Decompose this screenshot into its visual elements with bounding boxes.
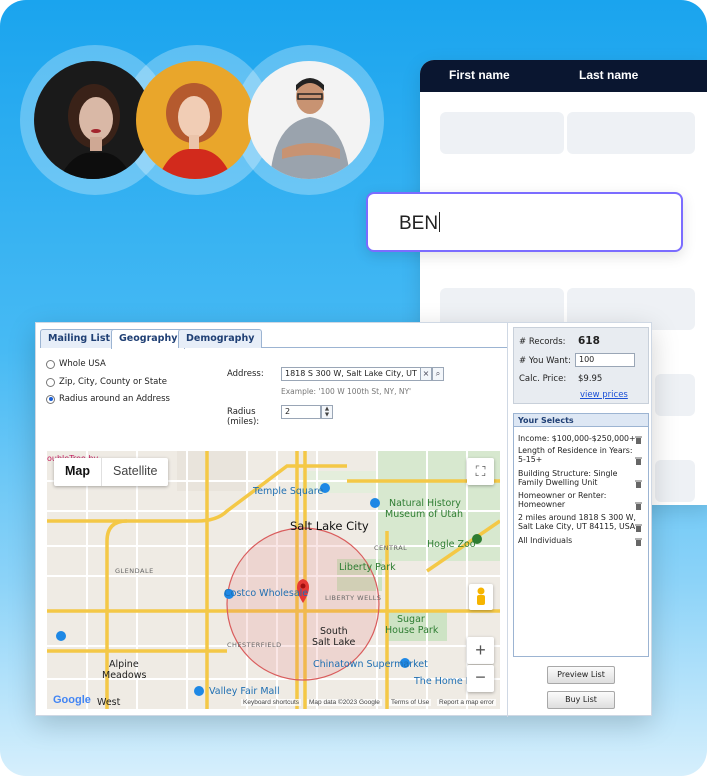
- map-label: House Park: [385, 625, 439, 636]
- select-item: All Individuals: [518, 536, 573, 545]
- buy-list-button[interactable]: Buy List: [547, 691, 615, 709]
- map-label: LIBERTY WELLS: [325, 594, 382, 602]
- radius-label-line: Radius: [227, 407, 256, 417]
- list-builder-panel: Mailing List Geography Demography Whole …: [35, 322, 652, 717]
- trash-icon[interactable]: [635, 502, 642, 510]
- map-label: Sugar: [397, 614, 425, 625]
- column-first-name[interactable]: First name: [449, 68, 510, 82]
- option-label: Zip, City, County or State: [59, 377, 167, 387]
- radio-button[interactable]: [46, 359, 55, 369]
- select-item: 2 miles around 1818 S 300 W, Salt Lake C…: [518, 513, 636, 531]
- map-view[interactable]: oubleTree by Temple Square Natural Histo…: [47, 451, 500, 709]
- report-error-link[interactable]: Report a map error: [437, 699, 496, 706]
- table-header: First name Last name: [420, 60, 707, 92]
- text-caret: [439, 212, 441, 232]
- column-last-name[interactable]: Last name: [579, 68, 638, 82]
- map-label: Chinatown Supermarket: [313, 659, 428, 670]
- table-row: [440, 112, 564, 154]
- map-type-satellite[interactable]: Satellite: [101, 458, 168, 486]
- street-view-icon[interactable]: [469, 584, 493, 610]
- avatar: [248, 61, 370, 179]
- map-label: Museum of Utah: [385, 509, 464, 520]
- preview-list-button[interactable]: Preview List: [547, 666, 615, 684]
- map-label: Valley Fair Mall: [209, 686, 280, 697]
- radius-input[interactable]: 2: [281, 405, 321, 419]
- radio-button[interactable]: [46, 377, 55, 387]
- select-item: Income: $100,000-$250,000+: [518, 434, 636, 443]
- want-label: # You Want:: [519, 356, 571, 366]
- map-label: The Home D: [414, 676, 474, 687]
- want-input[interactable]: 100: [575, 353, 635, 367]
- map-label: Salt Lake: [312, 637, 356, 648]
- table-row: [655, 460, 695, 502]
- clear-icon[interactable]: ×: [420, 367, 432, 381]
- table-row: [567, 112, 695, 154]
- select-item: Homeowner or Renter: Homeowner: [518, 491, 607, 509]
- avatar: [136, 61, 254, 179]
- map-label: Costco Wholesale: [224, 588, 309, 599]
- map-label: GLENDALE: [115, 567, 154, 575]
- tab-geography[interactable]: Geography: [111, 329, 186, 349]
- geography-panel: Mailing List Geography Demography Whole …: [36, 323, 508, 717]
- address-label: Address:: [227, 369, 264, 379]
- trash-icon[interactable]: [635, 538, 642, 546]
- map-label: Salt Lake City: [290, 519, 369, 533]
- search-value: BEN: [399, 213, 439, 234]
- option-label: Whole USA: [59, 359, 106, 369]
- map-label: Natural History: [389, 498, 461, 509]
- avatar: [34, 61, 152, 179]
- map-label: CHESTERFIELD: [227, 641, 282, 649]
- view-prices-link[interactable]: view prices: [580, 390, 628, 400]
- google-logo: Google: [53, 694, 91, 706]
- map-label: South: [320, 626, 348, 637]
- radius-label-line: (miles):: [227, 417, 260, 427]
- radius-circle: [226, 527, 380, 681]
- tab-mailing-list[interactable]: Mailing List: [40, 329, 119, 348]
- trash-icon[interactable]: [635, 457, 642, 465]
- map-label: Temple Square: [253, 486, 324, 497]
- terms-link[interactable]: Terms of Use: [389, 699, 432, 706]
- select-item: Length of Residence in Years: 5-15+: [518, 446, 633, 464]
- table-row: [655, 374, 695, 416]
- calc-label: Calc. Price:: [519, 374, 567, 384]
- records-value: 618: [578, 335, 600, 347]
- tab-demography[interactable]: Demography: [178, 329, 263, 348]
- name-search-input[interactable]: BEN: [366, 192, 683, 252]
- map-footer: Google Keyboard shortcuts Map data ©2023…: [47, 694, 500, 709]
- trash-icon[interactable]: [635, 524, 642, 532]
- selects-title: Your Selects: [514, 414, 648, 427]
- map-label: Meadows: [102, 670, 147, 681]
- zoom-out-icon[interactable]: −: [467, 665, 494, 692]
- search-icon[interactable]: ⌕: [432, 367, 444, 381]
- option-radius[interactable]: Radius around an Address: [46, 394, 170, 404]
- calc-value: $9.95: [578, 374, 603, 384]
- radius-stepper[interactable]: ▲ ▼: [321, 405, 333, 419]
- zoom-in-icon[interactable]: +: [467, 637, 494, 664]
- trash-icon[interactable]: [635, 480, 642, 488]
- your-selects-box: Your Selects Income: $100,000-$250,000+ …: [513, 413, 649, 657]
- map-label: Liberty Park: [339, 562, 396, 573]
- trash-icon[interactable]: [635, 436, 642, 444]
- map-data-text: Map data ©2023 Google: [307, 699, 382, 706]
- fullscreen-icon[interactable]: ⛶: [467, 458, 494, 485]
- option-label: Radius around an Address: [59, 394, 170, 404]
- radius-label: Radius (miles):: [227, 407, 259, 427]
- select-item: Building Structure: Single Family Dwelli…: [518, 469, 618, 487]
- records-label: # Records:: [519, 337, 566, 347]
- option-whole-usa[interactable]: Whole USA: [46, 359, 106, 369]
- option-zip-city[interactable]: Zip, City, County or State: [46, 377, 167, 387]
- tab-bar: Mailing List Geography Demography: [40, 328, 507, 349]
- map-label: CENTRAL: [374, 544, 408, 552]
- radio-button-selected[interactable]: [46, 394, 55, 404]
- map-label: Hogle Zoo: [427, 539, 476, 550]
- map-label: Alpine: [109, 659, 139, 670]
- address-hint: Example: '100 W 100th St, NY, NY': [281, 387, 412, 396]
- map-type-map[interactable]: Map: [54, 458, 101, 486]
- record-stats: # Records: 618 # You Want: 100 Calc. Pri…: [513, 327, 649, 404]
- map-type-toggle: Map Satellite: [54, 458, 169, 486]
- keyboard-shortcuts-link[interactable]: Keyboard shortcuts: [241, 699, 302, 706]
